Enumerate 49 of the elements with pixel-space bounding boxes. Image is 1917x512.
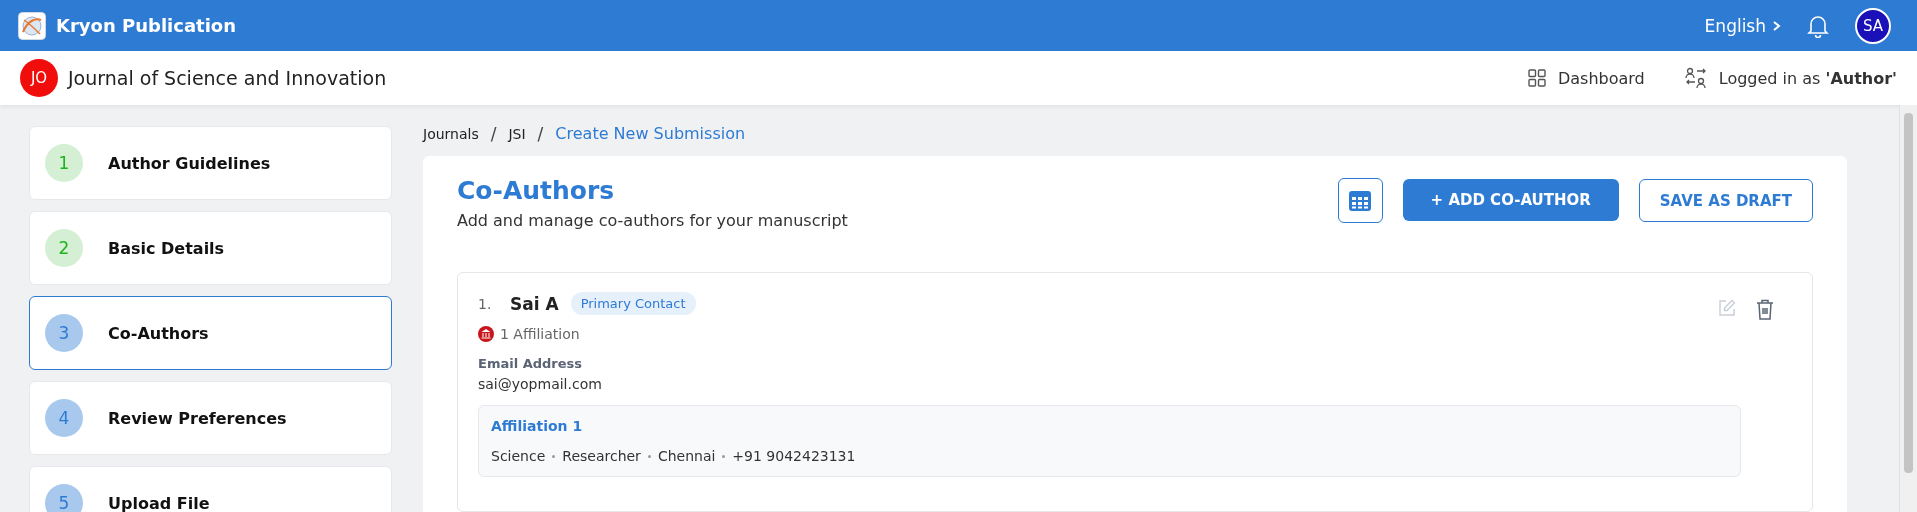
logged-in-role: Logged in as 'Author' xyxy=(1718,68,1897,88)
save-draft-button[interactable]: SAVE AS DRAFT xyxy=(1638,179,1813,222)
trash-icon[interactable] xyxy=(1756,299,1774,320)
user-avatar[interactable]: SA xyxy=(1855,7,1891,44)
table-view-button[interactable] xyxy=(1337,178,1383,223)
breadcrumb-link[interactable]: JSI xyxy=(508,125,526,142)
step-item[interactable]: 3 Co-Authors xyxy=(29,296,392,370)
email-value: sai@yopmail.com xyxy=(478,376,603,392)
primary-contact-badge: Primary Contact xyxy=(570,292,696,315)
step-item[interactable]: 5 Upload File xyxy=(29,466,392,512)
affiliation-detail: Chennai xyxy=(657,448,716,464)
step-number: 4 xyxy=(45,399,83,437)
affiliation-detail: Science xyxy=(491,448,546,464)
language-selector[interactable]: English xyxy=(1704,15,1781,36)
step-number: 2 xyxy=(45,229,83,267)
step-item[interactable]: 4 Review Preferences xyxy=(29,381,392,455)
author-index: 1. xyxy=(478,295,493,312)
separator-dot-icon xyxy=(722,454,726,458)
grid-icon xyxy=(1527,69,1546,87)
step-item[interactable]: 1 Author Guidelines xyxy=(29,126,392,200)
affiliation-detail: +91 9042423131 xyxy=(732,448,856,464)
notification-bell-icon[interactable] xyxy=(1807,13,1829,38)
table-icon xyxy=(1349,190,1372,211)
affiliation-count: 1 Affiliation xyxy=(500,326,580,342)
add-co-author-button[interactable]: + ADD CO-AUTHOR xyxy=(1402,179,1619,221)
journal-avatar: JO xyxy=(20,59,58,97)
switch-user-icon xyxy=(1684,67,1707,89)
author-name: Sai A xyxy=(510,293,559,314)
logo-icon xyxy=(18,11,46,40)
breadcrumb-link[interactable]: Journals xyxy=(423,125,479,142)
dashboard-link[interactable]: Dashboard xyxy=(1527,68,1645,88)
step-number: 5 xyxy=(45,484,83,512)
separator-dot-icon xyxy=(552,454,556,458)
breadcrumb-separator: / xyxy=(537,123,544,144)
step-item[interactable]: 2 Basic Details xyxy=(29,211,392,285)
section-subtitle: Add and manage co-authors for your manuscript xyxy=(457,211,848,230)
breadcrumb-separator: / xyxy=(490,123,497,144)
brand-name: Kryon Publication xyxy=(56,15,236,36)
affiliation-title: Affiliation 1 xyxy=(491,418,584,434)
affiliation-detail: Researcher xyxy=(562,448,641,464)
institution-icon xyxy=(478,326,494,342)
step-number: 1 xyxy=(45,144,83,182)
step-number: 3 xyxy=(45,314,83,352)
chevron-right-icon xyxy=(1772,19,1781,32)
breadcrumb-link[interactable]: Create New Submission xyxy=(555,124,746,143)
separator-dot-icon xyxy=(647,454,651,458)
journal-title: Journal of Science and Innovation xyxy=(68,67,387,89)
section-title: Co-Authors xyxy=(457,176,616,205)
email-label: Email Address xyxy=(478,356,583,371)
